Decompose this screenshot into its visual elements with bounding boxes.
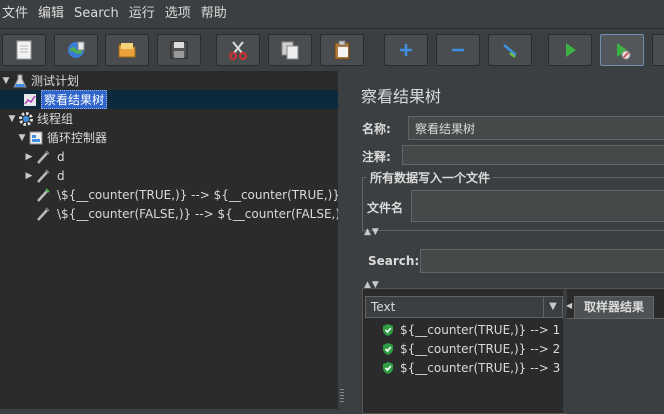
new-icon <box>16 40 32 60</box>
renderer-select[interactable]: Text ▼ <box>365 296 563 318</box>
tab-content <box>567 318 664 414</box>
tab-sampler-result[interactable]: 取样器结果 <box>574 296 654 318</box>
save-button[interactable] <box>157 34 201 66</box>
tree-node-sampler-d-2[interactable]: ▶ d <box>23 166 65 185</box>
tab-scroll-left-icon[interactable]: ◀ <box>566 301 572 310</box>
new-button[interactable] <box>2 34 46 66</box>
start-button[interactable] <box>548 34 592 66</box>
filename-label: 文件名 <box>367 201 404 215</box>
results-area: Text ▼ ${__counter(TRUE,)} --> 1 ${__cou… <box>362 288 664 414</box>
paste-button[interactable] <box>320 34 364 66</box>
collapse-icon <box>452 48 464 52</box>
pipette-icon <box>35 149 51 165</box>
collapsed-arrow-icon[interactable]: ▶ <box>23 152 35 162</box>
check-shield-icon <box>383 342 393 355</box>
toolbar <box>0 29 664 71</box>
search-label: Search: <box>368 254 420 268</box>
panel-title: 察看结果树 <box>361 87 442 106</box>
menu-bar: 文件 编辑 Search 运行 选项 帮助 <box>0 0 664 28</box>
divider-grip[interactable] <box>340 389 344 403</box>
pipette-icon <box>35 168 51 184</box>
tree-node-counter-true[interactable]: \${__counter(TRUE,)} --> ${__counter(TRU… <box>35 185 340 204</box>
copy-button[interactable] <box>268 34 312 66</box>
expand-icon <box>400 44 412 56</box>
comment-label: 注释: <box>362 150 391 164</box>
start-icon <box>566 43 576 57</box>
result-label: ${__counter(TRUE,)} --> 3 <box>400 360 561 375</box>
menu-help[interactable]: 帮助 <box>196 0 232 28</box>
expand-arrow-icon[interactable]: ▼ <box>0 76 12 86</box>
split-divider[interactable] <box>338 71 346 409</box>
pipette-icon <box>35 187 51 203</box>
check-shield-icon <box>383 361 393 374</box>
menu-edit[interactable]: 编辑 <box>33 0 69 28</box>
filename-field[interactable] <box>411 190 664 222</box>
tree-label: 测试计划 <box>31 74 80 88</box>
collapse-button[interactable] <box>436 34 480 66</box>
templates-icon <box>68 41 85 58</box>
tree-label: 察看结果树 <box>41 90 108 109</box>
collapsed-arrow-icon[interactable]: ▶ <box>23 171 35 181</box>
tree-label: 线程组 <box>37 112 74 126</box>
tree-node-test-plan[interactable]: ▼ 测试计划 <box>0 71 79 90</box>
start-no-pause-icon <box>617 43 631 60</box>
tree-node-thread-group[interactable]: ▼ 线程组 <box>6 109 73 128</box>
start-no-pause-button[interactable] <box>600 34 644 66</box>
menu-options[interactable]: 选项 <box>160 0 196 28</box>
tree-node-sampler-d-1[interactable]: ▶ d <box>23 147 65 166</box>
cut-icon <box>229 41 247 60</box>
list-item[interactable]: ${__counter(TRUE,)} --> 2 <box>381 339 560 358</box>
test-plan-tree: ▼ 测试计划 察看结果树 ▼ 线程组 ▼ 循环控制器 ▶ d ▶ d \${__… <box>0 71 348 409</box>
open-icon <box>118 43 136 58</box>
write-to-file-group: 所有数据写入一个文件 文件名 <box>362 169 664 231</box>
tree-label: d <box>57 149 65 164</box>
templates-button[interactable] <box>54 34 98 66</box>
expand-arrow-icon[interactable]: ▼ <box>16 133 28 143</box>
list-item[interactable]: ${__counter(TRUE,)} --> 1 <box>381 320 560 339</box>
list-item[interactable]: ${__counter(TRUE,)} --> 3 <box>381 358 560 377</box>
toggle-icon <box>503 44 517 58</box>
menu-search[interactable]: Search <box>69 0 124 28</box>
menu-file[interactable]: 文件 <box>0 0 33 28</box>
result-label: ${__counter(TRUE,)} --> 2 <box>400 341 561 356</box>
comment-field[interactable] <box>402 145 664 165</box>
results-list: ${__counter(TRUE,)} --> 1 ${__counter(TR… <box>363 320 563 413</box>
search-field[interactable] <box>420 249 664 273</box>
result-label: ${__counter(TRUE,)} --> 1 <box>400 322 561 337</box>
tree-label: d <box>57 168 65 183</box>
split-arrows-icon[interactable]: ▲▼ <box>364 227 380 237</box>
save-icon <box>170 41 188 59</box>
stop-button[interactable] <box>652 34 664 66</box>
expand-arrow-icon[interactable]: ▼ <box>6 114 18 124</box>
check-shield-icon <box>383 323 393 336</box>
tree-node-counter-false[interactable]: \${__counter(FALSE,)} --> ${__counter(FA… <box>35 204 348 223</box>
group-title: 所有数据写入一个文件 <box>367 169 494 186</box>
chevron-down-icon[interactable]: ▼ <box>543 297 562 317</box>
name-field[interactable]: 察看结果树 <box>408 116 664 140</box>
name-label: 名称: <box>362 122 391 136</box>
tree-node-view-results-tree[interactable]: 察看结果树 <box>0 90 338 109</box>
tree-label: 循环控制器 <box>47 131 108 145</box>
toggle-button[interactable] <box>488 34 532 66</box>
tree-label: \${__counter(TRUE,)} --> ${__counter(TRU… <box>57 187 340 202</box>
view-results-tree-panel: 察看结果树 名称: 察看结果树 注释: 所有数据写入一个文件 文件名 ▲▼ Se… <box>346 71 664 414</box>
open-button[interactable] <box>105 34 149 66</box>
expand-button[interactable] <box>384 34 428 66</box>
cut-button[interactable] <box>216 34 260 66</box>
paste-icon <box>334 40 350 60</box>
tree-label: \${__counter(FALSE,)} --> ${__counter(FA… <box>57 206 348 221</box>
pipette-icon <box>35 206 51 222</box>
flask-icon <box>12 73 28 89</box>
menu-run[interactable]: 运行 <box>124 0 160 28</box>
copy-icon <box>281 41 299 60</box>
chart-icon <box>22 92 38 108</box>
renderer-selected-value: Text <box>371 300 396 314</box>
gear-icon <box>18 111 34 127</box>
tree-node-loop-controller[interactable]: ▼ 循环控制器 <box>16 128 107 147</box>
loop-controller-icon <box>28 130 44 146</box>
